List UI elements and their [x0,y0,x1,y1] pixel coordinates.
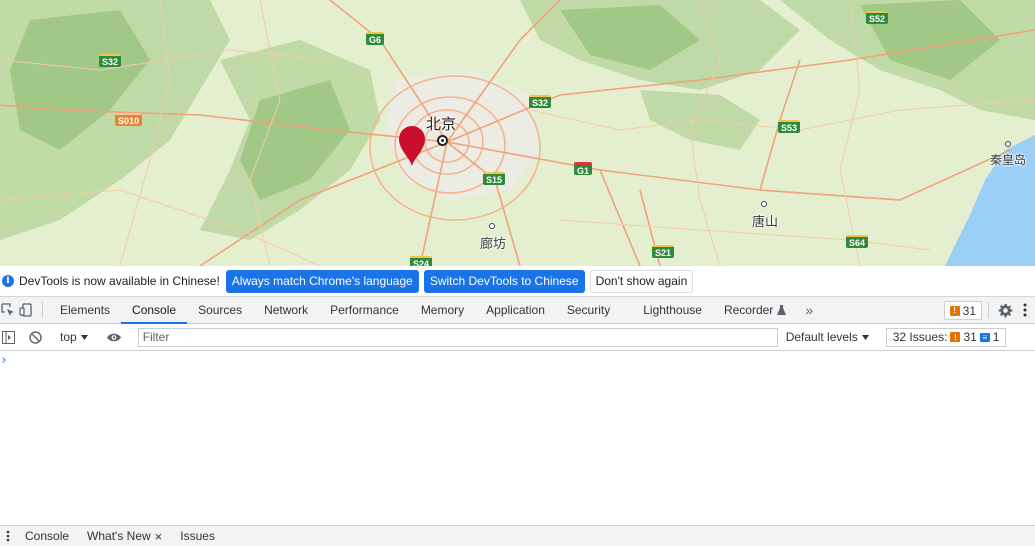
toolbar-divider [988,302,989,318]
tab-lighthouse[interactable]: Lighthouse [632,297,713,323]
console-toolbar: top Default levels 32 Issues: ! 31 ≡ 1 [0,324,1035,351]
log-levels-value: Default levels [785,330,858,344]
clear-console-icon[interactable] [25,330,45,344]
more-options-kebab-icon[interactable] [1015,297,1035,323]
warnings-count: 31 [962,303,976,318]
flask-icon [777,304,787,315]
city-label-langfang[interactable]: 廊坊 [480,233,506,252]
issues-label: 32 Issues: [892,330,948,344]
dropdown-triangle-icon [80,334,88,340]
issues-warning-count: 31 [963,330,977,344]
close-icon[interactable]: × [155,529,163,544]
road-shield: G6 [366,32,385,45]
warning-icon: ! [949,305,960,316]
show-sidebar-icon[interactable] [0,330,16,344]
console-prompt-chevron-icon[interactable]: › [0,353,8,368]
info-icon: i [2,275,14,287]
tab-application[interactable]: Application [475,297,556,323]
tab-console[interactable]: Console [121,297,188,324]
toolbar-divider [42,302,43,318]
info-message-icon: ≡ [979,332,990,342]
console-output-area[interactable]: › [0,351,1035,525]
road-shield: S52 [866,11,889,24]
road-shield: S24 [410,256,433,266]
drawer-menu-kebab-icon[interactable] [0,530,16,542]
issues-info-count: 1 [992,330,1000,344]
road-shield: S32 [99,54,122,67]
tab-sources[interactable]: Sources [187,297,253,323]
devtools-language-infobar: i DevTools is now available in Chinese! … [0,266,1035,297]
road-shield: G1 [574,162,593,176]
city-label-tangshan[interactable]: 唐山 [752,211,778,230]
dont-show-again-button[interactable]: Don't show again [589,269,694,293]
warnings-counter-button[interactable]: ! 31 [943,301,982,320]
road-shield: S32 [529,95,552,108]
devtools-main-toolbar: Elements Console Sources Network Perform… [0,297,1035,324]
city-dot-icon [1005,141,1011,147]
always-match-language-button[interactable]: Always match Chrome's language [225,269,419,293]
warning-icon: ! [950,332,961,342]
drawer-tab-console[interactable]: Console [16,526,78,546]
execution-context-select[interactable]: top [54,330,94,344]
city-label-qinhuangdao[interactable]: 秦皇岛 [990,151,1026,168]
road-shield: S010 [115,113,143,126]
live-expression-eye-icon[interactable] [103,332,125,343]
issues-counter-button[interactable]: 32 Issues: ! 31 ≡ 1 [885,327,1007,347]
tab-elements[interactable]: Elements [49,297,121,323]
tab-performance[interactable]: Performance [319,297,410,323]
device-toolbar-icon[interactable] [16,297,36,323]
switch-to-chinese-button[interactable]: Switch DevTools to Chinese [423,269,585,293]
road-shield: S53 [778,120,801,133]
city-dot-icon [489,223,495,229]
console-filter-input[interactable] [137,327,778,347]
tab-memory[interactable]: Memory [410,297,475,323]
drawer-tab-issues[interactable]: Issues [171,526,224,546]
road-shield: S15 [483,172,506,185]
more-tabs-chevron-icon[interactable]: » [797,297,821,323]
settings-gear-icon[interactable] [995,297,1015,323]
tab-network[interactable]: Network [253,297,319,323]
drawer-tab-whats-new[interactable]: What's New × [78,526,171,546]
road-shield: S64 [846,235,869,248]
drawer-tab-whats-new-label: What's New [87,529,151,543]
dropdown-triangle-icon [861,334,869,340]
city-label-beijing[interactable]: 北京 [426,113,456,134]
location-pin-icon[interactable] [397,125,427,167]
map-canvas [0,0,1035,266]
map-view[interactable]: 北京 廊坊 唐山 秦皇岛 S52 G6 S32 S010 S32 S53 G1 … [0,0,1035,266]
log-levels-dropdown[interactable]: Default levels [778,330,877,344]
capital-marker-icon [437,135,448,146]
infobar-message: DevTools is now available in Chinese! [19,274,220,288]
tab-recorder[interactable]: Recorder [713,297,797,323]
tab-recorder-label: Recorder [723,303,774,317]
tab-security[interactable]: Security [556,297,632,323]
devtools-drawer-tabbar: Console What's New × Issues [0,525,1035,546]
execution-context-value: top [60,330,77,344]
inspect-element-icon[interactable] [0,297,16,323]
city-dot-icon [761,201,767,207]
road-shield: S21 [652,245,675,258]
